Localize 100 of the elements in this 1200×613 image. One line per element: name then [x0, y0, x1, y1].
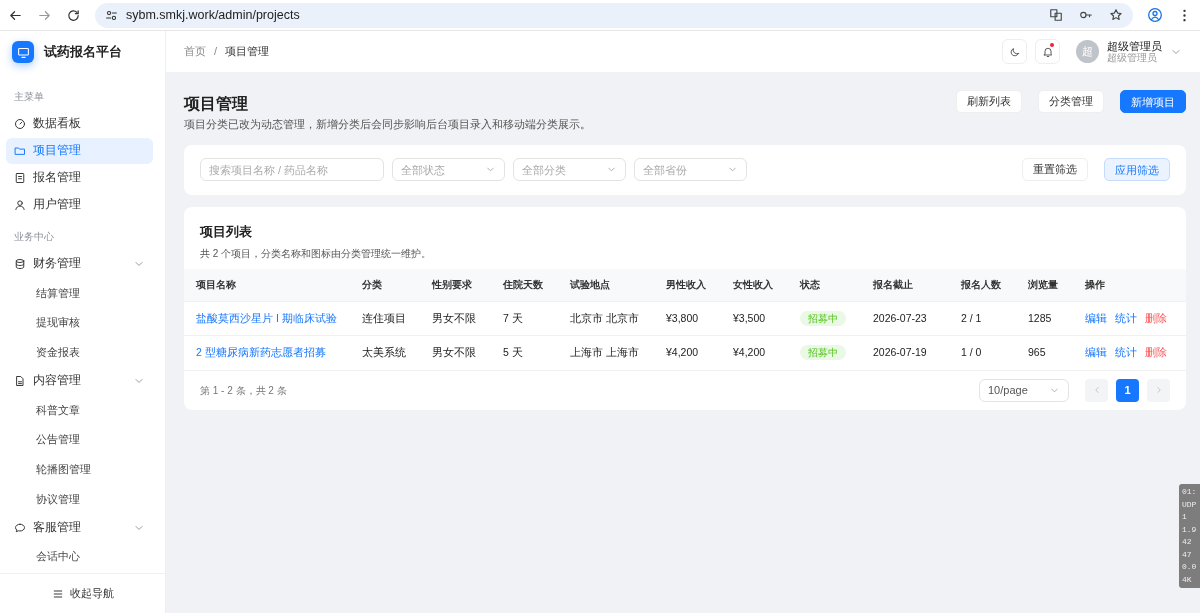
- page-size-select[interactable]: 10/page: [979, 378, 1069, 402]
- table-cell: 7 天: [503, 311, 523, 324]
- submenu-item[interactable]: 公告管理: [0, 424, 165, 455]
- bell-icon: [1041, 45, 1054, 58]
- sidebar-item[interactable]: 用户管理: [6, 192, 153, 218]
- column-header: 试验地点: [570, 279, 610, 291]
- project-link[interactable]: 2 型糖尿病新药志愿者招募: [196, 346, 326, 359]
- table-title: 项目列表: [200, 223, 253, 241]
- column-header: 浏览量: [1028, 279, 1058, 291]
- submenu-item[interactable]: 会话中心: [0, 541, 165, 572]
- column-header: 分类: [362, 279, 382, 291]
- edit-link[interactable]: 编辑: [1085, 310, 1107, 327]
- action-button[interactable]: 刷新列表: [956, 90, 1022, 113]
- stats-link[interactable]: 统计: [1115, 310, 1137, 327]
- action-button[interactable]: 新增项目: [1120, 90, 1186, 113]
- sidebar-item[interactable]: 内容管理: [6, 368, 153, 395]
- chat-icon: [14, 521, 26, 534]
- submenu-item[interactable]: 资金报表: [0, 337, 165, 368]
- translate-icon: [1049, 8, 1063, 22]
- column-header: 报名截止: [873, 279, 913, 291]
- user-name: 超级管理员: [1107, 40, 1162, 52]
- table-cell: ¥4,200: [666, 346, 699, 359]
- action-button[interactable]: 分类管理: [1038, 90, 1104, 113]
- table-cell: ¥3,500: [733, 311, 766, 324]
- menu-group-title: 主菜单: [13, 90, 45, 104]
- table-cell: 1 / 0: [961, 346, 982, 359]
- table-cell: 男女不限: [432, 346, 476, 359]
- monitor-reading: 1: [1182, 512, 1187, 521]
- table-cell: 1285: [1028, 311, 1052, 324]
- gauge-icon: [14, 118, 26, 130]
- monitor-reading: UDP: [1182, 499, 1197, 509]
- submenu-item[interactable]: 结算管理: [0, 278, 165, 308]
- submenu-item[interactable]: 提现审核: [0, 307, 165, 338]
- table-cell: ¥3,800: [666, 311, 699, 324]
- pagination-summary: 第 1 - 2 条，共 2 条: [200, 383, 287, 398]
- table-cell: ¥4,200: [733, 346, 766, 359]
- sidebar-item[interactable]: 项目管理: [6, 138, 153, 164]
- table-cell: 男女不限: [432, 311, 476, 324]
- app-title: 试药报名平台: [44, 43, 122, 62]
- monitor-reading: 01:: [1182, 487, 1197, 496]
- page-description: 项目分类已改为动态管理，新增分类后会同步影响后台项目录入和移动端分类展示。: [184, 117, 591, 133]
- edit-link[interactable]: 编辑: [1085, 345, 1107, 361]
- sidebar-item[interactable]: 报名管理: [6, 165, 153, 191]
- monitor-reading: 1.9: [1182, 524, 1197, 534]
- table-cell: 2026-07-23: [873, 311, 927, 324]
- user-role: 超级管理员: [1107, 52, 1157, 63]
- profile-icon: [1147, 7, 1163, 23]
- monitor-reading: 47: [1182, 549, 1192, 559]
- breadcrumb-item: 项目管理: [225, 44, 270, 60]
- page-title: 项目管理: [184, 94, 249, 114]
- collapse-nav-button[interactable]: 收起导航: [0, 573, 165, 613]
- submenu-item[interactable]: 轮播图管理: [0, 454, 165, 485]
- address-bar[interactable]: sybm.smkj.work/admin/projects: [95, 2, 1133, 28]
- user-icon: [14, 199, 26, 211]
- submenu-item[interactable]: 协议管理: [0, 484, 165, 514]
- search-field[interactable]: 搜索项目名称 / 药品名称: [200, 158, 384, 182]
- filter-button[interactable]: 应用筛选: [1104, 158, 1170, 182]
- table-cell: 连住项目: [362, 311, 406, 324]
- status-tag: 招募中: [800, 310, 846, 326]
- folder-icon: [14, 145, 26, 157]
- table-cell: 5 天: [503, 346, 523, 359]
- column-header: 住院天数: [503, 279, 543, 291]
- column-header: 状态: [800, 279, 820, 291]
- table-description: 共 2 个项目，分类名称和图标由分类管理统一维护。: [200, 246, 433, 261]
- breadcrumb-item[interactable]: 首页: [184, 43, 206, 60]
- monitor-reading: 0.0: [1182, 562, 1197, 571]
- monitor-reading: 42: [1182, 537, 1192, 546]
- stats-link[interactable]: 统计: [1115, 345, 1137, 361]
- project-link[interactable]: 盐酸莫西沙星片 I 期临床试验: [196, 311, 337, 324]
- column-header: 项目名称: [196, 279, 236, 291]
- table-cell: 太美系统: [362, 346, 406, 359]
- table-cell: 上海市 上海市: [570, 346, 639, 359]
- table-cell: 2 / 1: [961, 311, 982, 324]
- theme-toggle-button[interactable]: [1002, 39, 1027, 64]
- unread-dot: [1050, 43, 1054, 47]
- breadcrumb-separator: /: [214, 44, 218, 60]
- table-cell: 2026-07-19: [873, 346, 927, 359]
- sidebar-item[interactable]: 财务管理: [6, 251, 153, 277]
- document-icon: [14, 172, 26, 184]
- column-header: 男性收入: [666, 279, 706, 291]
- star-icon: [1109, 8, 1123, 22]
- page-button[interactable]: 1: [1116, 378, 1139, 402]
- file-icon: [14, 375, 26, 388]
- sidebar-item[interactable]: 客服管理: [6, 514, 153, 541]
- table-cell: 北京市 北京市: [570, 311, 639, 324]
- reload-icon: [66, 7, 81, 23]
- notification-button[interactable]: [1035, 39, 1060, 64]
- status-tag: 招募中: [800, 345, 846, 361]
- menu-group-title: 业务中心: [13, 230, 55, 244]
- column-header: 报名人数: [961, 279, 1001, 291]
- moon-icon: [1008, 45, 1021, 58]
- url-text: sybm.smkj.work/admin/projects: [126, 6, 300, 24]
- column-header: 女性收入: [733, 279, 773, 291]
- monitor-reading: 4K: [1182, 574, 1192, 584]
- filter-button[interactable]: 重置筛选: [1022, 158, 1088, 182]
- sidebar-item[interactable]: 数据看板: [6, 111, 153, 137]
- column-header: 性别要求: [432, 279, 472, 291]
- submenu-item[interactable]: 科普文章: [0, 395, 165, 425]
- user-avatar: 超: [1076, 40, 1099, 63]
- table-cell: 965: [1028, 346, 1046, 359]
